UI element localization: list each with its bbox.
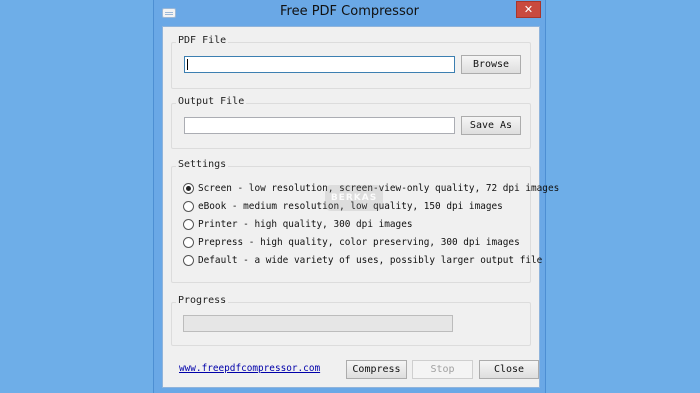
radio-label: Prepress - high quality, color preservin… (198, 236, 520, 248)
radio-label: Default - a wide variety of uses, possib… (198, 254, 543, 266)
pdf-file-label: PDF File (176, 35, 229, 46)
pdf-file-group: PDF File Browse (171, 35, 531, 89)
settings-label: Settings (176, 159, 229, 170)
progress-bar (183, 315, 453, 332)
radio-label: Printer - high quality, 300 dpi images (198, 218, 413, 230)
radio-option-printer[interactable]: Printer - high quality, 300 dpi images (183, 217, 412, 231)
compress-button[interactable]: Compress (346, 360, 407, 379)
website-link[interactable]: www.freepdfcompressor.com (179, 363, 320, 374)
text-caret (187, 59, 188, 70)
output-file-input[interactable] (184, 117, 455, 134)
browse-button[interactable]: Browse (461, 55, 521, 74)
watermark-logo: BERKAS (325, 185, 383, 211)
title-bar[interactable]: Free PDF Compressor ✕ (154, 0, 545, 26)
output-file-group: Output File Save As (171, 96, 531, 149)
radio-button[interactable] (183, 182, 194, 194)
radio-option-prepress[interactable]: Prepress - high quality, color preservin… (183, 235, 520, 249)
radio-button[interactable] (183, 218, 194, 230)
output-file-label: Output File (176, 96, 247, 107)
radio-button[interactable] (183, 254, 194, 266)
radio-option-default[interactable]: Default - a wide variety of uses, possib… (183, 253, 542, 267)
progress-label: Progress (176, 295, 229, 306)
close-window-button[interactable]: ✕ (516, 1, 541, 18)
app-window: Free PDF Compressor ✕ PDF File Browse Ou… (153, 0, 559, 393)
pdf-file-input[interactable] (184, 56, 455, 73)
stop-button[interactable]: Stop (412, 360, 473, 379)
close-button[interactable]: Close (479, 360, 539, 379)
window-title: Free PDF Compressor (279, 4, 420, 19)
radio-button[interactable] (183, 200, 194, 212)
main-panel: PDF File Browse Output File Save As Sett… (162, 26, 559, 388)
save-as-button[interactable]: Save As (461, 116, 521, 135)
radio-button[interactable] (183, 236, 194, 248)
